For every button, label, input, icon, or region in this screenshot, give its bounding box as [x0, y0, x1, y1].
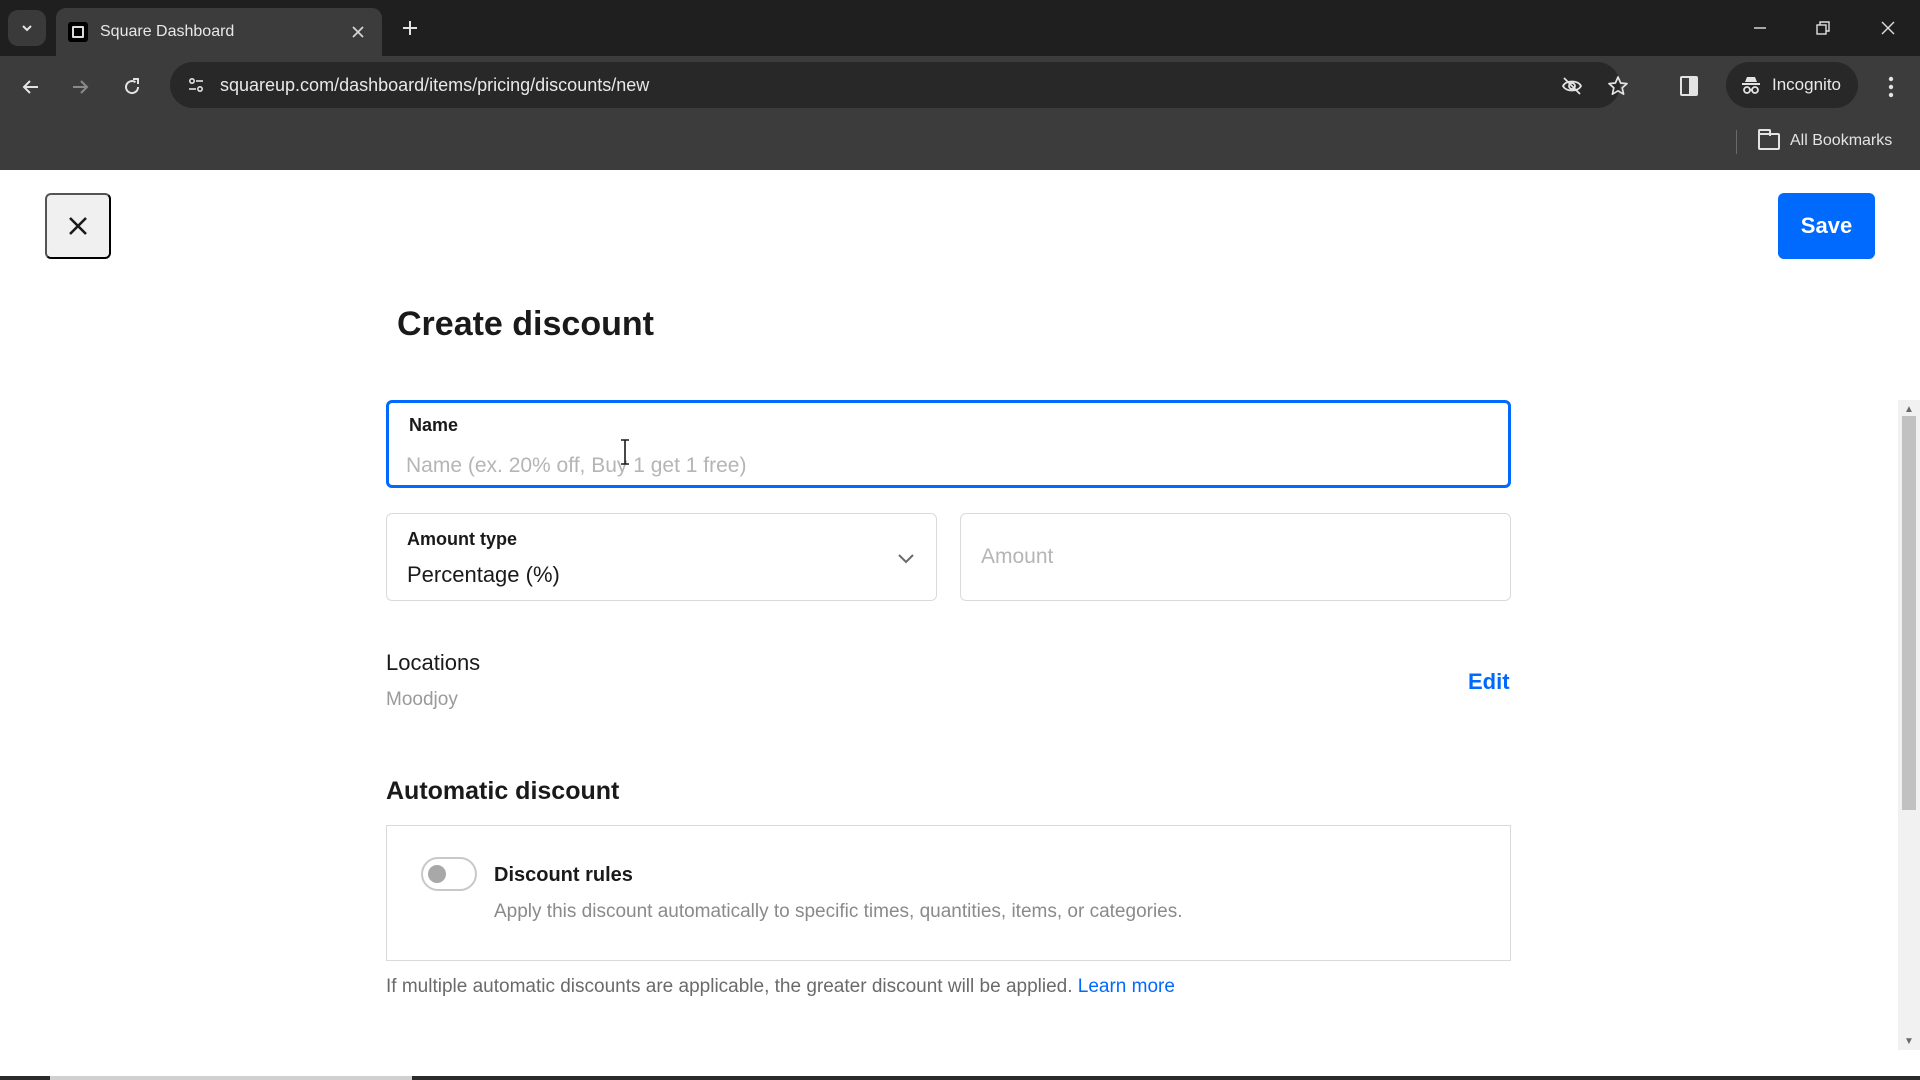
- chevron-down-icon: [22, 25, 32, 32]
- discount-rules-description: Apply this discount automatically to spe…: [494, 901, 1183, 922]
- close-icon: [352, 26, 364, 38]
- all-bookmarks-label: All Bookmarks: [1790, 132, 1893, 149]
- name-field-label: Name: [409, 415, 459, 435]
- amount-type-value: Percentage (%): [407, 562, 560, 587]
- close-window-button[interactable]: [1868, 10, 1908, 46]
- create-discount-page: Save Create discount Name Amount type Pe…: [0, 170, 1920, 1080]
- plus-icon: [403, 21, 417, 35]
- tab-close-button[interactable]: [346, 20, 370, 44]
- bottom-strip-segment: [50, 1076, 412, 1080]
- site-info-button[interactable]: [180, 70, 212, 100]
- new-tab-button[interactable]: [396, 14, 424, 42]
- page-title: Create discount: [397, 305, 654, 343]
- side-panel-button[interactable]: [1676, 72, 1702, 100]
- scrollbar-thumb[interactable]: [1902, 416, 1916, 810]
- scroll-up-arrow-icon[interactable]: ▲: [1902, 402, 1916, 416]
- discount-rules-toggle[interactable]: [421, 857, 477, 891]
- all-bookmarks-button[interactable]: All Bookmarks: [1758, 126, 1892, 156]
- incognito-label: Incognito: [1772, 75, 1841, 94]
- automatic-discount-heading: Automatic discount: [386, 777, 620, 805]
- more-vert-icon: [1888, 76, 1894, 98]
- text-cursor-icon: [621, 439, 629, 465]
- arrow-right-icon: [73, 80, 89, 94]
- name-field[interactable]: Name: [386, 400, 1511, 488]
- close-button[interactable]: [45, 193, 111, 259]
- incognito-indicator[interactable]: Incognito: [1726, 62, 1858, 108]
- address-bar[interactable]: squareup.com/dashboard/items/pricing/dis…: [170, 62, 1628, 108]
- amount-placeholder: Amount: [981, 545, 1054, 568]
- tracking-protection-button[interactable]: [1558, 72, 1586, 100]
- minimize-icon: [1754, 27, 1766, 29]
- amount-type-select[interactable]: Amount type Percentage (%): [386, 513, 937, 601]
- arrow-left-icon: [22, 80, 38, 94]
- close-icon: [1881, 21, 1895, 35]
- star-icon: [1608, 76, 1628, 96]
- locations-value: Moodjoy: [386, 689, 458, 710]
- bookmark-star-button[interactable]: [1604, 72, 1632, 100]
- tab-title: Square Dashboard: [100, 23, 235, 40]
- browser-toolbar: squareup.com/dashboard/items/pricing/dis…: [0, 56, 1920, 118]
- browser-menu-button[interactable]: [1876, 70, 1906, 104]
- url-text[interactable]: squareup.com/dashboard/items/pricing/dis…: [220, 75, 649, 96]
- minimize-button[interactable]: [1740, 10, 1780, 46]
- page-scrollbar[interactable]: ▲ ▼: [1898, 400, 1920, 1050]
- amount-type-label: Amount type: [407, 529, 517, 549]
- save-button[interactable]: Save: [1778, 193, 1875, 259]
- browser-tab-strip: Square Dashboard: [0, 0, 1920, 56]
- discount-rules-title: Discount rules: [494, 864, 633, 886]
- amount-field[interactable]: Amount: [960, 513, 1511, 601]
- bottom-strip: [0, 1076, 1920, 1080]
- back-button[interactable]: [14, 70, 48, 104]
- tune-icon: [188, 77, 204, 93]
- footnote-text: If multiple automatic discounts are appl…: [386, 976, 1073, 997]
- folder-icon: [1758, 128, 1780, 150]
- scroll-down-arrow-icon[interactable]: ▼: [1902, 1034, 1916, 1048]
- eye-off-icon: [1561, 77, 1583, 95]
- reload-icon: [125, 78, 140, 95]
- bookmarks-bar: All Bookmarks: [0, 118, 1920, 170]
- chevron-down-icon: [898, 554, 914, 564]
- incognito-icon: [1742, 77, 1760, 94]
- automatic-discount-footnote: If multiple automatic discounts are appl…: [386, 976, 1175, 998]
- name-input[interactable]: [406, 451, 1486, 481]
- learn-more-link[interactable]: Learn more: [1078, 976, 1175, 997]
- square-logo-icon: [68, 22, 88, 42]
- close-icon: [69, 217, 87, 235]
- browser-tab[interactable]: Square Dashboard: [56, 8, 382, 56]
- discount-rules-card: Discount rules Apply this discount autom…: [386, 825, 1511, 961]
- forward-button[interactable]: [63, 70, 97, 104]
- locations-label: Locations: [386, 650, 481, 675]
- restore-icon: [1816, 21, 1830, 35]
- edit-locations-link[interactable]: Edit: [1468, 669, 1510, 695]
- side-panel-icon: [1680, 76, 1698, 96]
- reload-button[interactable]: [115, 70, 149, 104]
- restore-button[interactable]: [1803, 10, 1843, 46]
- bookmarks-divider: [1736, 130, 1737, 154]
- tab-list-button[interactable]: [8, 10, 46, 46]
